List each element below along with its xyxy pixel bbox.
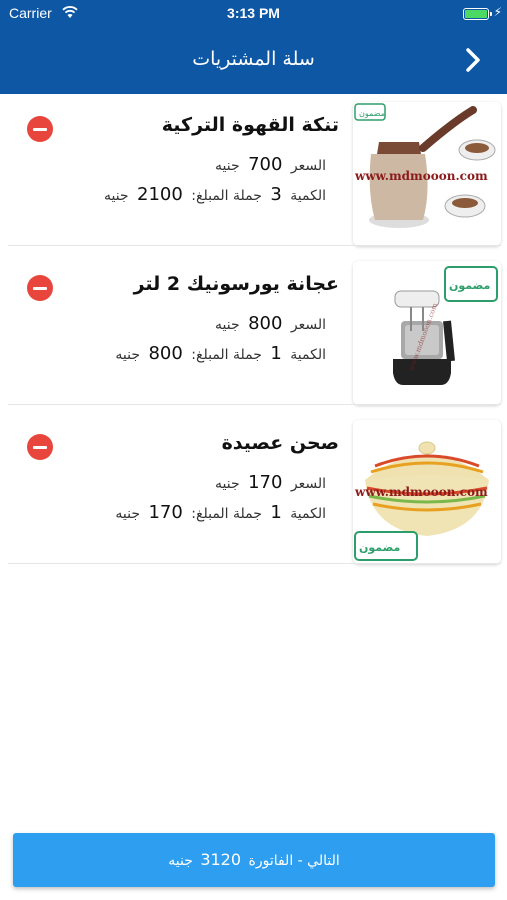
item-name: صحن عصيدة bbox=[221, 432, 339, 454]
row-divider bbox=[8, 404, 501, 405]
item-quantity: الكمية 1 جملة المبلغ: 170 جنيه bbox=[115, 502, 326, 523]
item-price: السعر 700 جنيه bbox=[215, 154, 326, 175]
item-price: السعر 170 جنيه bbox=[215, 472, 326, 493]
item-quantity: الكمية 1 جملة المبلغ: 800 جنيه bbox=[115, 343, 326, 364]
product-image: مضمون www.mdmooon.com bbox=[353, 261, 501, 405]
item-quantity: الكمية 3 جملة المبلغ: 2100 جنيه bbox=[103, 184, 326, 205]
watermark-text: www.mdmooon.com bbox=[354, 485, 488, 499]
item-price: السعر 800 جنيه bbox=[215, 313, 326, 334]
delete-item-button[interactable] bbox=[27, 275, 53, 301]
item-name: تنكة القهوة التركية bbox=[161, 114, 339, 136]
svg-text:مضمون: مضمون bbox=[359, 541, 400, 554]
clock: 3:13 PM bbox=[227, 5, 280, 21]
cart-item: مضمون www.mdmooon.com صحن عصيدة السعر 17… bbox=[8, 412, 501, 564]
next-invoice-button[interactable]: التالي - الفاتورة 3120 جنيه bbox=[13, 833, 495, 887]
total-currency: جنيه bbox=[168, 853, 193, 869]
item-name: عجانة يورسونيك 2 لتر bbox=[133, 273, 339, 295]
watermark-text: www.mdmooon.com bbox=[354, 169, 488, 183]
invoice-total: 3120 bbox=[200, 850, 242, 869]
product-image: مضمون www.mdmooon.com bbox=[353, 420, 501, 564]
battery-icon bbox=[463, 8, 492, 20]
row-divider bbox=[8, 245, 501, 246]
svg-text:مضمون: مضمون bbox=[449, 279, 490, 292]
delete-item-button[interactable] bbox=[27, 434, 53, 460]
status-bar: Carrier 3:13 PM ⚡︎ bbox=[0, 0, 507, 28]
page-title: سلة المشتريات bbox=[192, 48, 315, 70]
next-label: التالي - الفاتورة bbox=[248, 853, 340, 869]
charging-icon: ⚡︎ bbox=[493, 5, 502, 19]
cart-item: مضمون www.mdmooon.com تنكة القهوة التركي… bbox=[8, 94, 501, 246]
svg-text:مضمون: مضمون bbox=[359, 109, 385, 118]
product-image: مضمون www.mdmooon.com bbox=[353, 102, 501, 246]
row-divider bbox=[8, 563, 501, 564]
chevron-right-icon[interactable] bbox=[461, 46, 485, 74]
cart-item: مضمون www.mdmooon.com عجانة يورسونيك 2 ل… bbox=[8, 253, 501, 405]
delete-item-button[interactable] bbox=[27, 116, 53, 142]
navigation-bar: Carrier 3:13 PM ⚡︎ سلة المشتريات bbox=[0, 0, 507, 94]
